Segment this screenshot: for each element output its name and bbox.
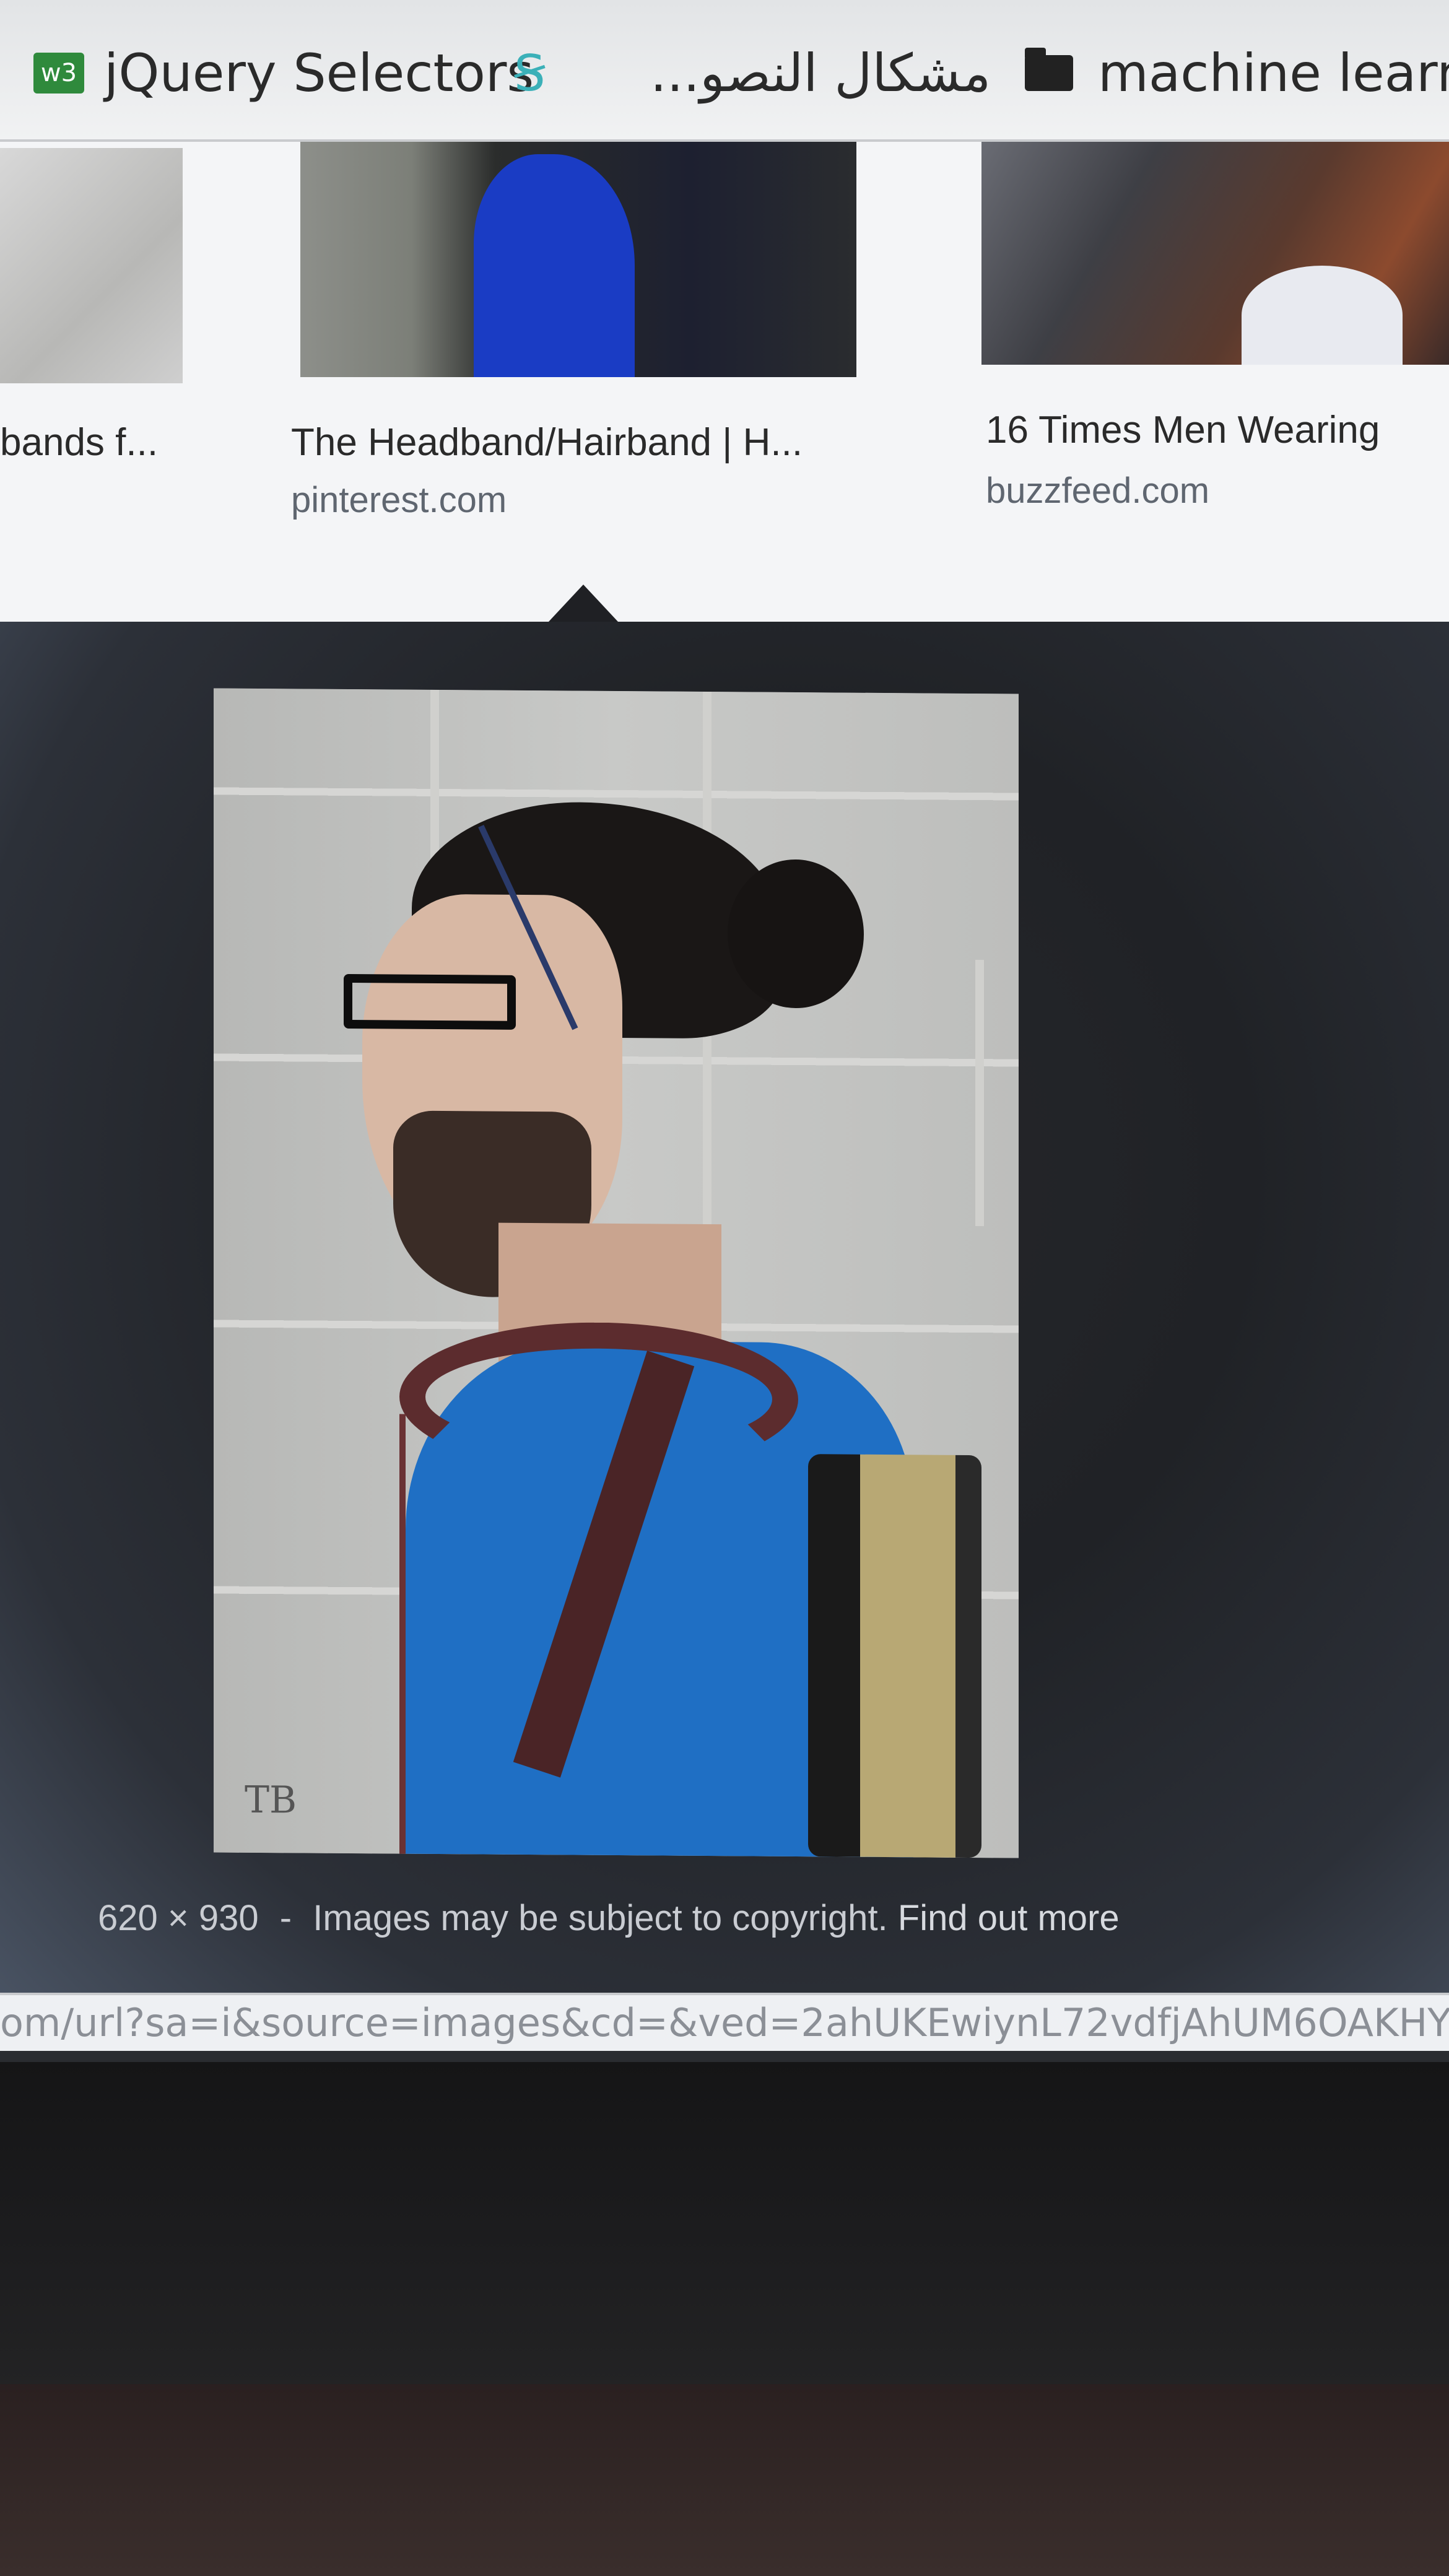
image-watermark: TB bbox=[245, 1778, 297, 1822]
bookmark-label: jQuery Selectors bbox=[104, 43, 534, 103]
bookmark-machine-learning[interactable]: machine learn... bbox=[1025, 30, 1449, 116]
result-domain[interactable]: buzzfeed.com bbox=[986, 470, 1209, 511]
bookmark-site-logo[interactable]: Ꞩ bbox=[514, 30, 546, 116]
find-out-more-link[interactable]: Find out more bbox=[898, 1898, 1120, 1938]
status-url-bar: om/url?sa=i&source=images&cd=&ved=2ahUKE… bbox=[0, 1993, 1449, 2051]
image-dimensions: 620 × 930 bbox=[98, 1898, 259, 1938]
bookmark-arabic[interactable]: مشكال النصو... bbox=[650, 30, 991, 116]
result-title[interactable]: 16 Times Men Wearing bbox=[986, 408, 1380, 452]
browser-screen: w3 jQuery Selectors Ꞩ مشكال النصو... mac… bbox=[0, 0, 1449, 2105]
selected-result-pointer bbox=[549, 585, 618, 622]
site-logo-icon: Ꞩ bbox=[514, 45, 546, 101]
image-meta-line: 620 × 930 - Images may be subject to cop… bbox=[98, 1897, 1120, 1939]
monitor-bezel bbox=[0, 2062, 1449, 2384]
result-title[interactable]: The Headband/Hairband | H... bbox=[291, 420, 803, 464]
image-results-row: bands f... The Headband/Hairband | H... … bbox=[0, 142, 1449, 622]
result-thumbnail[interactable] bbox=[0, 148, 183, 383]
result-thumbnail[interactable] bbox=[981, 142, 1449, 365]
folder-icon bbox=[1025, 48, 1073, 91]
bookmark-jquery-selectors[interactable]: w3 jQuery Selectors bbox=[33, 30, 534, 116]
copyright-notice: Images may be subject to copyright. bbox=[313, 1898, 888, 1938]
image-preview-panel: TB 620 × 930 - Images may be subject to … bbox=[0, 622, 1449, 2009]
result-title[interactable]: bands f... bbox=[0, 420, 158, 464]
meta-separator: - bbox=[279, 1898, 292, 1938]
bookmark-label: مشكال النصو... bbox=[650, 43, 991, 103]
jquery-icon: w3 bbox=[33, 53, 84, 94]
result-domain[interactable]: pinterest.com bbox=[291, 479, 507, 521]
desk-surface bbox=[0, 2384, 1449, 2576]
bookmark-label: machine learn... bbox=[1098, 43, 1449, 103]
bookmarks-bar: w3 jQuery Selectors Ꞩ مشكال النصو... mac… bbox=[0, 0, 1449, 142]
result-thumbnail[interactable] bbox=[300, 142, 856, 377]
preview-image[interactable]: TB bbox=[214, 688, 1019, 1858]
